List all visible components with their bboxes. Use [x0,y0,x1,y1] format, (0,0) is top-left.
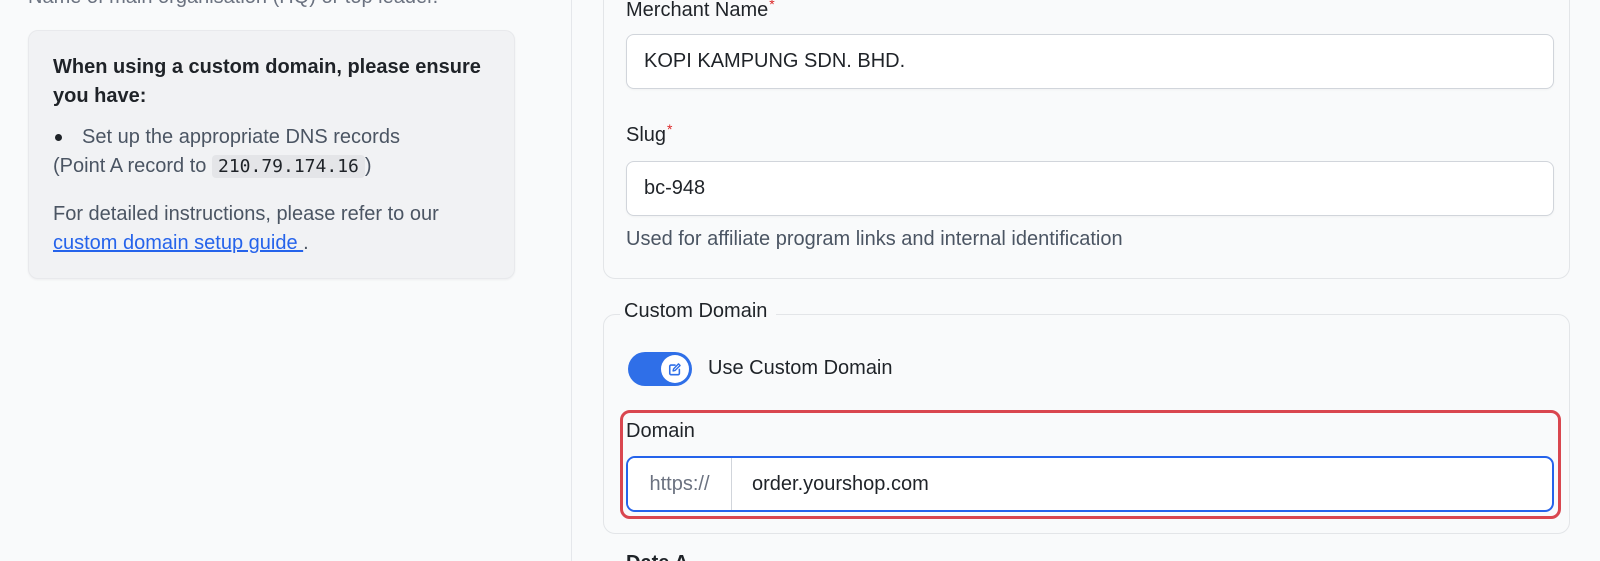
toggle-knob [661,355,689,383]
domain-input-group[interactable]: https:// order.yourshop.com [626,456,1554,512]
list-item-continuation: (Point A record to 210.79.174.16) [53,155,372,178]
bullet-icon [55,134,62,141]
merchant-name-label: Merchant Name* [626,0,775,22]
custom-domain-legend: Custom Domain [620,300,777,323]
setup-guide-link[interactable]: custom domain setup guide [53,232,303,254]
ip-address-code: 210.79.174.16 [211,155,365,178]
use-custom-domain-toggle[interactable] [628,352,692,386]
domain-label: Domain [626,420,695,442]
info-heading: When using a custom domain, please ensur… [53,56,481,107]
custom-domain-info-card: When using a custom domain, please ensur… [28,30,515,279]
required-mark: * [769,0,775,12]
domain-input[interactable]: order.yourshop.com [732,458,1552,510]
slug-input[interactable]: bc-948 [626,161,1554,216]
required-mark: * [667,121,673,137]
domain-prefix-addon: https:// [628,458,732,510]
slug-value: bc-948 [644,177,706,199]
merchant-name-input[interactable]: KOPI KAMPUNG SDN. BHD. [626,34,1554,89]
page: Name of main organisation (HQ) or top le… [0,0,1600,561]
edit-icon [668,363,681,376]
field-description: Name of main organisation (HQ) or top le… [28,0,438,9]
info-paragraph: For detailed instructions, please refer … [53,203,439,254]
info-list: Set up the appropriate DNS records (Poin… [53,123,490,181]
merchant-name-value: KOPI KAMPUNG SDN. BHD. [644,50,906,72]
slug-help-text: Used for affiliate program links and int… [626,228,1123,250]
use-custom-domain-label[interactable]: Use Custom Domain [708,357,893,380]
slug-label: Slug* [626,121,673,146]
list-item: Set up the appropriate DNS records [53,123,490,152]
left-column: Name of main organisation (HQ) or top le… [0,0,571,561]
list-item-text: Set up the appropriate DNS records [82,126,400,148]
next-field-label: Date A [626,552,689,561]
